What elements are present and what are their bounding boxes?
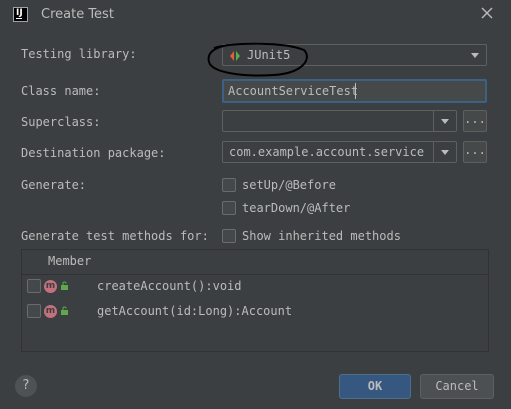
teardown-checkbox[interactable]: [222, 201, 236, 215]
member-name: createAccount():void: [97, 279, 242, 293]
table-row[interactable]: m createAccount():void: [22, 275, 488, 299]
destination-package-label: Destination package:: [21, 146, 166, 160]
show-inherited-label[interactable]: Show inherited methods: [242, 229, 401, 243]
destination-package-browse-button[interactable]: ...: [463, 141, 487, 163]
generate-label: Generate:: [21, 178, 87, 192]
method-icon: m: [44, 280, 57, 293]
testing-library-value: JUnit5: [247, 48, 291, 62]
testing-library-select[interactable]: JUnit5: [222, 44, 487, 66]
member-column-header: Member: [48, 254, 92, 268]
chevron-down-icon[interactable]: [464, 45, 486, 65]
members-table: Member m createAccount():void m getAccou…: [21, 249, 489, 352]
superclass-select[interactable]: [222, 110, 457, 132]
method-icon: m: [44, 305, 57, 318]
cancel-button[interactable]: Cancel: [420, 374, 494, 399]
title-bar: IJ Create Test: [0, 0, 511, 30]
text-caret: [355, 83, 356, 99]
table-header: Member: [22, 250, 488, 275]
class-name-input[interactable]: AccountServiceTest: [222, 79, 487, 103]
member-checkbox[interactable]: [27, 279, 41, 293]
member-name: getAccount(id:Long):Account: [97, 304, 293, 318]
dialog-title: Create Test: [41, 7, 114, 22]
superclass-label: Superclass:: [21, 115, 101, 129]
destination-package-select[interactable]: com.example.account.service: [222, 141, 457, 163]
setup-checkbox-label[interactable]: setUp/@Before: [242, 178, 336, 192]
junit-icon: [230, 51, 240, 61]
help-button[interactable]: ?: [15, 375, 37, 397]
close-icon[interactable]: [479, 5, 495, 21]
ok-button[interactable]: OK: [339, 374, 411, 399]
methods-for-label: Generate test methods for:: [21, 229, 209, 243]
class-name-label: Class name:: [21, 84, 101, 98]
class-name-value: AccountServiceTest: [228, 84, 359, 98]
setup-checkbox[interactable]: [222, 178, 236, 192]
show-inherited-checkbox[interactable]: [222, 229, 236, 243]
public-lock-icon: [61, 281, 68, 290]
superclass-browse-button[interactable]: ...: [463, 110, 487, 132]
public-lock-icon: [61, 306, 68, 315]
destination-package-value: com.example.account.service: [229, 145, 425, 159]
teardown-checkbox-label[interactable]: tearDown/@After: [242, 201, 350, 215]
chevron-down-icon[interactable]: [433, 142, 456, 162]
app-icon-text: IJ: [16, 8, 23, 18]
table-row[interactable]: m getAccount(id:Long):Account: [22, 300, 488, 324]
chevron-down-icon[interactable]: [433, 111, 456, 131]
testing-library-label: Testing library:: [21, 47, 137, 61]
intellij-app-icon: IJ: [13, 7, 28, 22]
member-checkbox[interactable]: [27, 304, 41, 318]
